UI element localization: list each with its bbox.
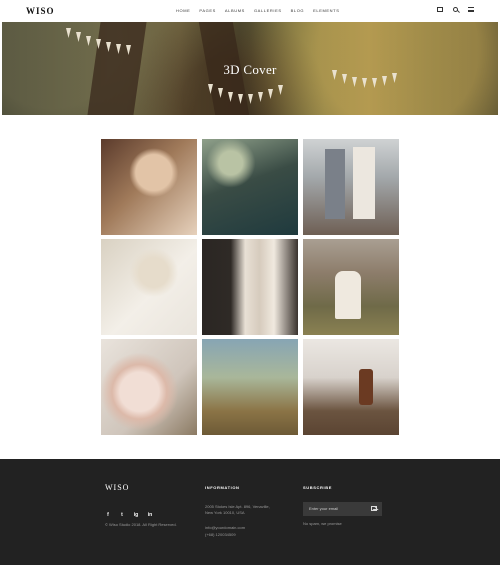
gallery-image-couple-field[interactable]	[303, 239, 399, 335]
contact-phone[interactable]: (+68) 120034509	[205, 531, 236, 538]
gallery-image-bride-veil[interactable]	[101, 239, 197, 335]
nav-item-elements[interactable]: ELEMENTS	[313, 8, 339, 13]
instagram-icon[interactable]: ig	[133, 512, 139, 518]
address-line-2: New York 10010, USA	[205, 510, 245, 515]
bunting-flag	[278, 85, 283, 95]
subscribe-note: No spam, we promise	[303, 521, 342, 526]
shopping-bag-icon[interactable]	[437, 7, 443, 12]
gallery-image-flowers-rings[interactable]	[101, 339, 197, 435]
bunting-flag	[258, 92, 263, 102]
gallery-grid	[101, 139, 399, 436]
bunting-flag	[66, 28, 71, 38]
gallery-image-couple-steps[interactable]	[303, 139, 399, 235]
copyright-text: © Wiso Studio 2018. All Right Reserved.	[105, 522, 177, 527]
site-header: WISO HOME PAGES ALBUMS GALLERIES BLOG EL…	[0, 0, 500, 22]
gallery-image-dresses-rack[interactable]	[202, 239, 298, 335]
search-icon[interactable]	[453, 7, 458, 12]
bunting-flag	[372, 78, 377, 88]
gallery-image-hand-grass[interactable]	[202, 339, 298, 435]
facebook-icon[interactable]: f	[105, 512, 111, 518]
nav-item-galleries[interactable]: GALLERIES	[254, 8, 282, 13]
send-mail-icon[interactable]	[371, 506, 377, 511]
subscribe-heading: SUBSCRIBE	[303, 485, 332, 490]
site-logo[interactable]: WISO	[26, 6, 55, 16]
information-heading: INFORMATION	[205, 485, 240, 490]
bunting-flag	[352, 77, 357, 87]
site-footer	[0, 459, 500, 565]
page-title: 3D Cover	[223, 62, 277, 77]
bunting-flag	[268, 89, 273, 99]
header-icons	[437, 7, 474, 12]
social-links: f t ig in	[105, 512, 153, 518]
bunting-flag	[248, 94, 253, 104]
contact-email[interactable]: info@yourdomain.com	[205, 524, 245, 531]
gallery-image-bride-jewelry[interactable]	[101, 139, 197, 235]
footer-logo[interactable]: WISO	[105, 483, 129, 492]
nav-item-albums[interactable]: ALBUMS	[225, 8, 245, 13]
nav-item-pages[interactable]: PAGES	[199, 8, 216, 13]
bunting-flag	[86, 36, 91, 46]
email-input[interactable]: Enter your email	[309, 506, 338, 511]
bunting-flag	[362, 78, 367, 88]
main-nav: HOME PAGES ALBUMS GALLERIES BLOG ELEMENT…	[176, 8, 349, 13]
hero-banner: 3D Cover	[2, 22, 498, 115]
twitter-icon[interactable]: t	[119, 512, 125, 518]
nav-item-home[interactable]: HOME	[176, 8, 190, 13]
gallery-image-bridesmaids[interactable]	[202, 139, 298, 235]
menu-icon[interactable]	[468, 7, 474, 12]
subscribe-form: Enter your email	[303, 502, 382, 516]
bunting-flag	[76, 32, 81, 42]
linkedin-icon[interactable]: in	[147, 512, 153, 518]
nav-item-blog[interactable]: BLOG	[291, 8, 305, 13]
gallery-image-shoes[interactable]	[303, 339, 399, 435]
